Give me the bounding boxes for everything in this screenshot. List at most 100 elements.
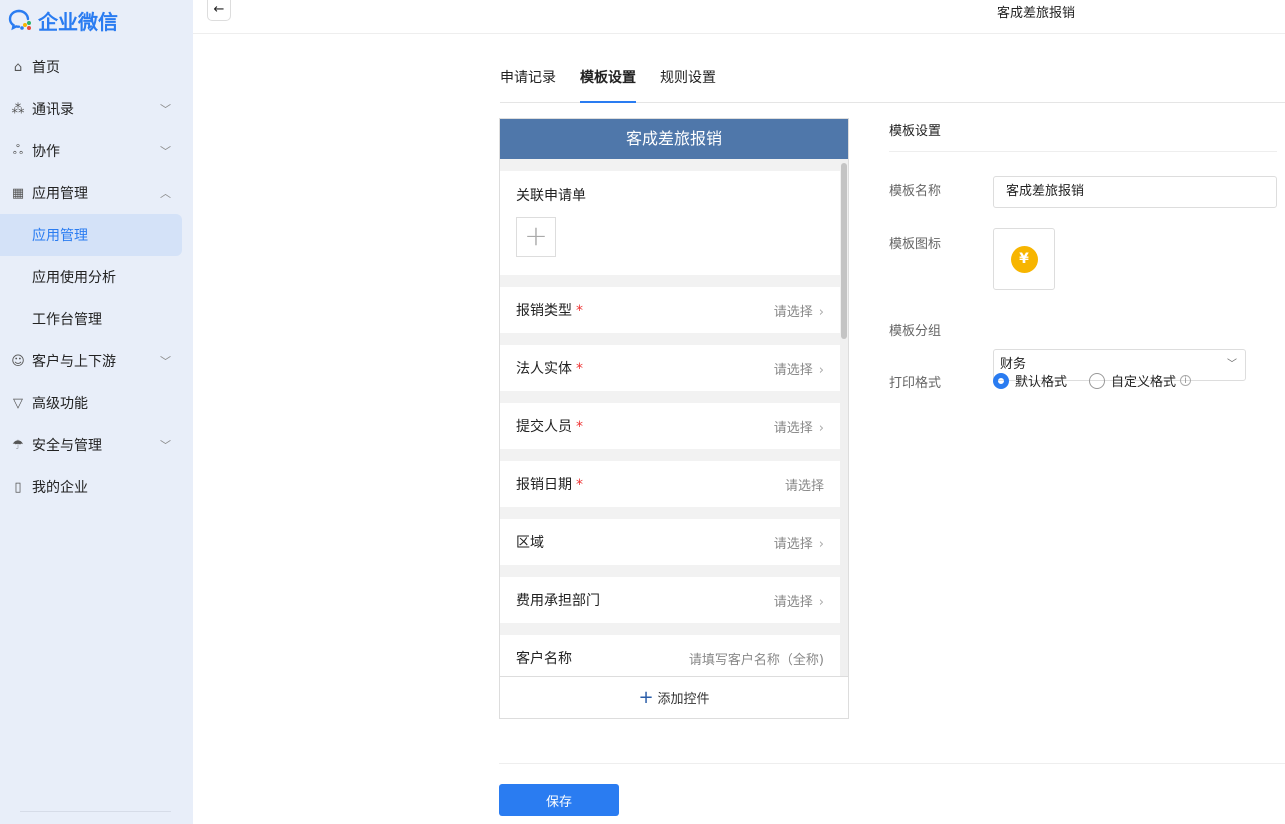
field-label: 提交人员 bbox=[516, 419, 572, 435]
radio-custom-format[interactable]: 自定义格式 i bbox=[1089, 371, 1192, 390]
save-button[interactable]: 保存 bbox=[499, 784, 619, 816]
top-header: ← 客成差旅报销 bbox=[193, 0, 1285, 34]
page-title: 客成差旅报销 bbox=[997, 6, 1076, 21]
field-placeholder: 请选择 bbox=[773, 304, 813, 320]
field-placeholder: 请选择 bbox=[773, 536, 813, 552]
settings-panel: 模板设置 模板名称 客成差旅报销 模板图标 ¥ 模板分组 财务 ﹀ 打印格式 默认… bbox=[889, 118, 1277, 391]
preview-title: 客成差旅报销 bbox=[500, 119, 848, 159]
sidebar-divider bbox=[20, 811, 171, 812]
linked-application-card[interactable]: 关联申请单 + bbox=[500, 171, 840, 275]
sidebar-item-label: 首页 bbox=[32, 60, 60, 76]
back-button[interactable]: ← bbox=[207, 0, 231, 21]
sidebar: 企业微信 ⌂ 首页 ⁂ 通讯录 ﹀ ஃ 协作 ﹀ ▦ 应用管理 ︿ 应用管理 应用使用分析 工作台管理 ☺ 客… bbox=[0, 0, 193, 824]
form-preview: 客成差旅报销 关联申请单 + 报销类型 * 请选择 › 法人实体 * 请选择 › 提交人员 * 请选… bbox=[499, 118, 849, 719]
icon-label: 模板图标 bbox=[889, 237, 942, 252]
sidebar-item-label: 我的企业 bbox=[32, 480, 88, 496]
info-icon[interactable]: i bbox=[1180, 375, 1192, 386]
preview-fields: 关联申请单 + 报销类型 * 请选择 › 法人实体 * 请选择 › 提交人员 * 请选择 › 报销日期 *… bbox=[500, 159, 840, 676]
logo[interactable]: 企业微信 bbox=[8, 6, 118, 35]
sidebar-item-label: 应用管理 bbox=[32, 186, 88, 202]
chevron-icon[interactable]: ﹀ bbox=[160, 101, 171, 117]
form-field[interactable]: 客户名称 请填写客户名称（全称) bbox=[500, 635, 840, 676]
field-placeholder: 请选择 bbox=[784, 478, 824, 494]
sidebar-item-label: 工作台管理 bbox=[32, 312, 102, 328]
chevron-right-icon: › bbox=[818, 304, 824, 320]
print-format-group: 默认格式 自定义格式 i bbox=[993, 371, 1192, 390]
field-label: 客户名称 bbox=[516, 651, 572, 667]
chevron-icon[interactable]: ﹀ bbox=[160, 143, 171, 159]
group-label: 模板分组 bbox=[889, 324, 942, 339]
field-placeholder: 请选择 bbox=[773, 420, 813, 436]
field-placeholder-wrap: 请选择 › bbox=[774, 591, 824, 610]
field-placeholder-wrap: 请选择 › bbox=[774, 417, 824, 436]
field-placeholder-wrap: 请选择 › bbox=[774, 301, 824, 320]
chevron-down-icon: ﹀ bbox=[1227, 359, 1237, 370]
required-mark: * bbox=[576, 361, 583, 377]
field-label-wrap: 提交人员 * bbox=[516, 416, 583, 436]
form-field[interactable]: 费用承担部门 请选择 › bbox=[500, 577, 840, 623]
footer-divider bbox=[499, 763, 1285, 764]
radio-unchecked-icon[interactable] bbox=[1089, 372, 1106, 389]
tab-bar: 申请记录 模板设置 规则设置 bbox=[500, 68, 1285, 103]
sidebar-item-label: 安全与管理 bbox=[32, 438, 102, 454]
preview-scrollbar-thumb[interactable] bbox=[841, 163, 847, 339]
linked-application-label: 关联申请单 bbox=[516, 188, 586, 204]
form-field[interactable]: 报销日期 * 请选择 bbox=[500, 461, 840, 507]
settings-title: 模板设置 bbox=[889, 118, 1277, 152]
tab-records[interactable]: 申请记录 bbox=[500, 68, 556, 103]
form-field[interactable]: 提交人员 * 请选择 › bbox=[500, 403, 840, 449]
chevron-icon[interactable]: ﹀ bbox=[160, 437, 171, 453]
plus-icon: + bbox=[638, 687, 654, 708]
advanced-icon: ▽ bbox=[13, 395, 23, 411]
sidebar-item[interactable]: ⁂ 通讯录 ﹀ bbox=[0, 88, 193, 130]
sidebar-item-label: 协作 bbox=[32, 144, 60, 160]
sidebar-item-label: 客户与上下游 bbox=[32, 354, 116, 370]
chevron-icon[interactable]: ﹀ bbox=[160, 353, 171, 369]
chevron-right-icon: › bbox=[818, 594, 824, 610]
field-placeholder-wrap: 请选择 › bbox=[774, 359, 824, 378]
field-label-wrap: 法人实体 * bbox=[516, 358, 583, 378]
field-label: 区域 bbox=[516, 535, 544, 551]
add-control-button[interactable]: + 添加控件 bbox=[500, 676, 848, 718]
chevron-right-icon: › bbox=[818, 420, 824, 436]
tab-template-settings[interactable]: 模板设置 bbox=[580, 68, 636, 103]
form-field[interactable]: 报销类型 * 请选择 › bbox=[500, 287, 840, 333]
template-icon-picker[interactable]: ¥ bbox=[993, 228, 1055, 290]
sidebar-item[interactable]: ▦ 应用管理 ︿ bbox=[0, 172, 193, 214]
app-name: 企业微信 bbox=[38, 10, 118, 34]
field-placeholder: 请选择 bbox=[773, 362, 813, 378]
tab-rule-settings[interactable]: 规则设置 bbox=[660, 68, 716, 103]
field-placeholder-wrap: 请选择 › bbox=[774, 533, 824, 552]
add-control-label: 添加控件 bbox=[657, 692, 710, 707]
building-icon: ▯ bbox=[14, 479, 22, 495]
sidebar-item[interactable]: ▯ 我的企业 bbox=[0, 466, 193, 508]
umbrella-icon: ☂ bbox=[12, 437, 24, 453]
form-field[interactable]: 法人实体 * 请选择 › bbox=[500, 345, 840, 391]
field-label-wrap: 报销日期 * bbox=[516, 474, 583, 494]
add-linked-button[interactable]: + bbox=[516, 217, 556, 257]
sidebar-item[interactable]: 应用使用分析 bbox=[0, 256, 193, 298]
sidebar-item[interactable]: 应用管理 bbox=[0, 214, 182, 256]
field-label: 报销类型 bbox=[516, 303, 572, 319]
sidebar-item-label: 高级功能 bbox=[32, 396, 88, 412]
org-icon: ⁂ bbox=[11, 101, 25, 117]
sidebar-item[interactable]: ☂ 安全与管理 ﹀ bbox=[0, 424, 193, 466]
sidebar-item[interactable]: ▽ 高级功能 bbox=[0, 382, 193, 424]
template-name-input[interactable]: 客成差旅报销 bbox=[993, 176, 1277, 208]
field-label: 法人实体 bbox=[516, 361, 572, 377]
sidebar-item[interactable]: ஃ 协作 ﹀ bbox=[0, 130, 193, 172]
sidebar-item-label: 通讯录 bbox=[32, 102, 74, 118]
sidebar-item[interactable]: 工作台管理 bbox=[0, 298, 193, 340]
form-field[interactable]: 区域 请选择 › bbox=[500, 519, 840, 565]
radio-default-format[interactable]: 默认格式 bbox=[993, 371, 1067, 390]
print-label: 打印格式 bbox=[889, 376, 942, 391]
yen-icon: ¥ bbox=[1010, 245, 1038, 273]
field-placeholder-wrap: 请填写客户名称（全称) bbox=[689, 649, 824, 668]
field-label-wrap: 区域 bbox=[516, 532, 544, 552]
radio-checked-icon[interactable] bbox=[993, 372, 1009, 389]
sidebar-item[interactable]: ☺ 客户与上下游 ﹀ bbox=[0, 340, 193, 382]
field-label-wrap: 报销类型 * bbox=[516, 300, 583, 320]
sidebar-item[interactable]: ⌂ 首页 bbox=[0, 46, 193, 88]
chevron-icon[interactable]: ︿ bbox=[160, 185, 171, 201]
field-label-wrap: 费用承担部门 bbox=[516, 590, 600, 610]
